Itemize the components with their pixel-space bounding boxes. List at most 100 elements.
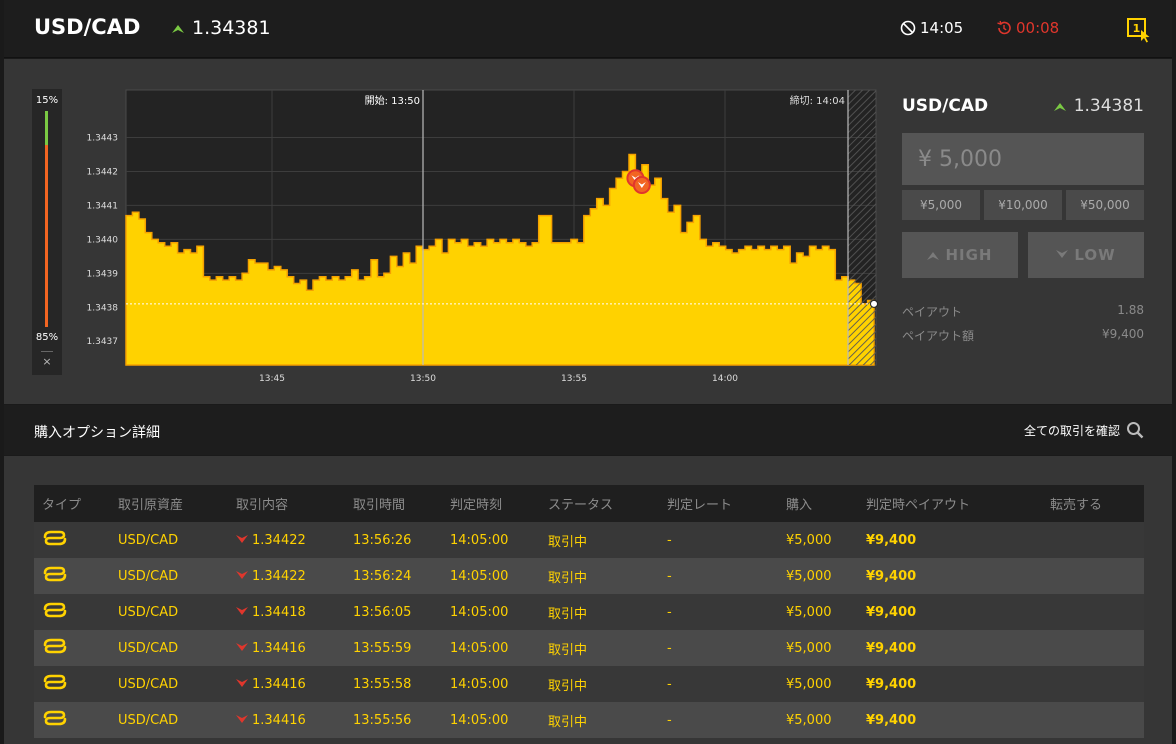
gauge-bar-high [45,111,48,145]
arrow-down-icon [1056,250,1069,258]
expiry-cell: 14:05:00 [450,640,509,656]
table-row: USD/CAD 1.34416 13:55:58 14:05:00 取引中 - ¥5,000… [34,666,1144,702]
price-chart[interactable]: 1.3443 1.3442 1.3441 1.3440 1.3439 1.3438 1.34… [78,89,878,399]
order-rate-value: 1.34381 [1073,96,1144,116]
end-label: 締切: 14:04 [790,94,845,107]
rate-value: 1.34416 [252,712,306,728]
table-row: USD/CAD 1.34418 13:56:05 14:05:00 取引中 - ¥5,000… [34,594,1144,630]
y-tick-label: 1.3443 [87,134,119,144]
remaining-time-value: 00:08 [1016,19,1060,37]
start-label: 開始: 13:50 [365,94,420,107]
y-tick-label: 1.3437 [87,337,119,347]
preset-10000-button[interactable]: ¥10,000 [984,190,1062,220]
rate-value: 1.34422 [252,568,306,584]
status-cell: 取引中 [548,570,588,586]
status-cell: 取引中 [548,678,588,694]
expiry-time: 14:05 [900,19,963,37]
gauge-close-icon[interactable]: × [32,355,62,368]
table-row: USD/CAD 1.34416 13:55:56 14:05:00 取引中 - ¥5,000… [34,702,1144,738]
arrow-up-icon [1053,103,1066,111]
asset-cell: USD/CAD [118,640,179,656]
resell-cell[interactable] [1042,702,1144,738]
rate-value: 1.34418 [252,604,306,620]
current-rate-value: 1.34381 [192,17,271,39]
expiry-cell: 14:05:00 [450,712,509,728]
resell-cell[interactable] [1042,558,1144,594]
asset-cell: USD/CAD [118,568,179,584]
rate-cell: 1.34418 [228,594,345,630]
all-trades-link[interactable]: 全ての取引を確認 [1024,421,1144,439]
col-payout: 判定時ペイアウト [866,498,971,513]
col-type: タイプ [42,498,82,513]
purchase-cell: ¥5,000 [786,532,832,548]
table-header-row: タイプ 取引原資産 取引内容 取引時間 判定時刻 ステータス 判定レート 購入 … [34,485,1144,522]
resell-cell[interactable] [1042,594,1144,630]
order-asset-pair: USD/CAD [902,96,989,116]
payout-cell: ¥9,400 [866,532,917,548]
trade-time-cell: 13:56:05 [353,604,412,620]
col-status: ステータス [548,498,614,513]
high-low-type-icon [43,638,67,654]
payout-cell: ¥9,400 [866,604,917,620]
high-button[interactable]: HIGH [902,232,1018,278]
trade-time-cell: 13:56:26 [353,532,412,548]
col-asset: 取引原資産 [118,498,184,513]
closing-zone [848,90,876,365]
rate-cell: 1.34416 [228,666,345,702]
judge-rate-cell: - [667,568,672,584]
one-click-badge[interactable]: 1 [1126,17,1154,43]
judge-rate-cell: - [667,604,672,620]
rate-value: 1.34422 [252,532,306,548]
gauge-divider [41,351,53,352]
resell-cell[interactable] [1042,630,1144,666]
y-tick-label: 1.3440 [87,235,119,245]
arrow-down-icon [236,571,248,579]
current-rate-dot [870,299,878,308]
col-purchase: 購入 [786,498,813,513]
rate-cell: 1.34416 [228,630,345,666]
asset-pair-title[interactable]: USD/CAD [34,15,140,39]
purchase-cell: ¥5,000 [786,604,832,620]
arrow-down-icon [236,607,248,615]
preset-5000-button[interactable]: ¥5,000 [902,190,980,220]
asset-cell: USD/CAD [118,676,179,692]
purchase-cell: ¥5,000 [786,712,832,728]
resell-cell[interactable] [1042,522,1144,558]
y-tick-label: 1.3439 [87,269,119,279]
asset-cell: USD/CAD [118,712,179,728]
payout-amount-row: ペイアウト額 ¥9,400 [902,327,1144,344]
payout-amount-value: ¥9,400 [1102,327,1144,341]
price-chart-svg: 1.3443 1.3442 1.3441 1.3440 1.3439 1.3438 1.34… [87,89,878,384]
y-tick-label: 1.3441 [87,201,119,211]
purchase-details-header: 購入オプション詳細 全ての取引を確認 [4,405,1172,455]
table-row: USD/CAD 1.34416 13:55:59 14:05:00 取引中 - ¥5,000… [34,630,1144,666]
amount-input[interactable] [902,133,1144,185]
arrow-up-icon [927,252,940,260]
amount-field[interactable] [902,133,1144,185]
trade-time-cell: 13:55:59 [353,640,412,656]
gauge-high-percent: 15% [35,95,59,106]
high-low-type-icon [43,530,67,546]
search-icon[interactable] [1126,421,1144,439]
rate-cell: 1.34416 [228,702,345,738]
x-tick-label: 14:00 [712,374,738,384]
asset-cell: USD/CAD [118,532,179,548]
low-button[interactable]: LOW [1028,232,1144,278]
col-resell: 転売する [1050,498,1103,513]
rate-cell: 1.34422 [228,558,345,594]
judge-rate-cell: - [667,676,672,692]
preset-50000-button[interactable]: ¥50,000 [1066,190,1144,220]
amount-presets: ¥5,000 ¥10,000 ¥50,000 [902,190,1144,220]
col-content: 取引内容 [236,498,289,513]
one-click-badge-label: 1 [1133,22,1141,35]
high-button-label: HIGH [945,246,993,264]
x-tick-label: 13:55 [561,374,587,384]
purchase-cell: ¥5,000 [786,640,832,656]
gauge-low-percent: 85% [35,332,59,343]
all-trades-label[interactable]: 全ての取引を確認 [1024,422,1120,439]
payout-amount-label: ペイアウト額 [902,329,975,343]
payout-row: ペイアウト 1.88 [902,303,1144,320]
trade-time-cell: 13:55:58 [353,676,412,692]
resell-cell[interactable] [1042,666,1144,702]
rate-cell: 1.34422 [228,522,345,558]
